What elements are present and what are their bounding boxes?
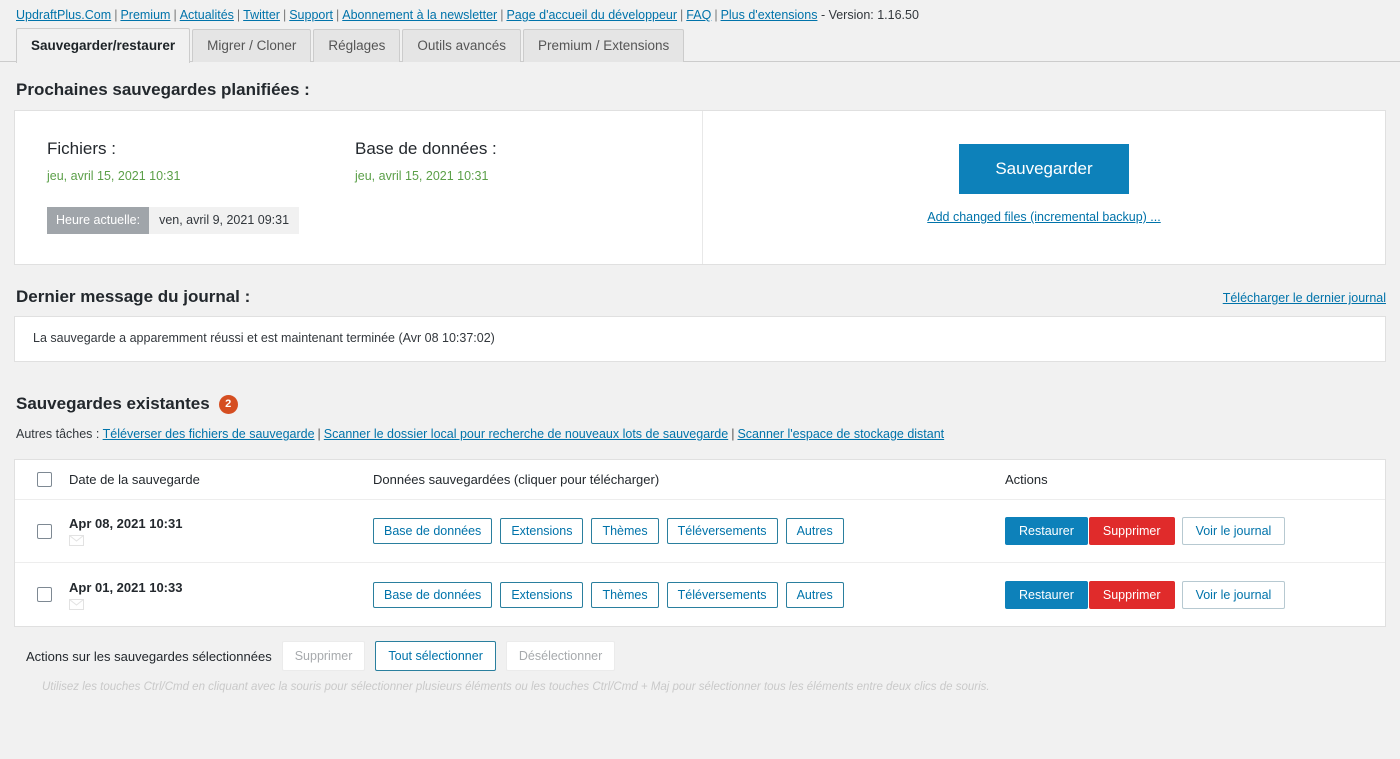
bulk-delete-button[interactable]: Supprimer xyxy=(281,641,366,671)
tab-1[interactable]: Migrer / Cloner xyxy=(192,29,312,62)
email-icon xyxy=(69,535,84,546)
topbar-separator: | xyxy=(336,8,340,22)
download-latest-log-link[interactable]: Télécharger le dernier journal xyxy=(1223,291,1386,305)
download-button-4[interactable]: Autres xyxy=(785,518,844,544)
row-actions-cell: Restaurer Supprimer Voir le journal xyxy=(1005,580,1385,609)
topbar-link-8[interactable]: Plus d'extensions xyxy=(721,8,818,22)
row-data-cell: Base de données Extensions Thèmes Téléverse… xyxy=(373,581,1005,608)
delete-button[interactable]: Supprimer xyxy=(1088,517,1175,545)
tab-4[interactable]: Premium / Extensions xyxy=(522,29,685,62)
other-task-link-1[interactable]: Scanner le dossier local pour recherche … xyxy=(324,427,728,441)
download-button-2[interactable]: Thèmes xyxy=(591,581,659,608)
select-all-checkbox-cell xyxy=(15,472,69,487)
log-message-box: La sauvegarde a apparemment réussi et es… xyxy=(14,316,1386,362)
bulk-actions-label: Actions sur les sauvegardes sélectionnée… xyxy=(26,648,272,664)
tab-2[interactable]: Réglages xyxy=(313,29,401,62)
row-checkbox-1[interactable] xyxy=(37,587,52,602)
deselect-button[interactable]: Désélectionner xyxy=(505,641,616,671)
tab-0[interactable]: Sauvegarder/restaurer xyxy=(16,28,191,63)
topbar-link-7[interactable]: FAQ xyxy=(686,8,711,22)
download-button-3[interactable]: Téléversements xyxy=(666,581,778,608)
existing-backups-header: Sauvegardes existantes 2 xyxy=(16,394,1400,414)
download-button-4[interactable]: Autres xyxy=(785,581,844,608)
backup-now-button[interactable]: Sauvegarder xyxy=(959,144,1129,194)
scheduled-files-column: Fichiers : jeu, avril 15, 2021 10:31 Heu… xyxy=(47,139,355,264)
other-tasks-separator: | xyxy=(317,427,321,441)
other-tasks-label: Autres tâches : xyxy=(16,427,100,441)
topbar-links: UpdraftPlus.Com | Premium | Actualités | Twitt… xyxy=(16,8,821,22)
incremental-backup-link[interactable]: Add changed files (incremental backup) .… xyxy=(927,210,1160,224)
download-button-1[interactable]: Extensions xyxy=(500,518,584,544)
topbar-link-6[interactable]: Page d'accueil du développeur xyxy=(506,8,677,22)
backup-date: Apr 01, 2021 10:33 xyxy=(69,579,183,595)
select-all-checkbox[interactable] xyxy=(37,472,52,487)
download-button-1[interactable]: Extensions xyxy=(500,581,584,608)
topbar-link-0[interactable]: UpdraftPlus.Com xyxy=(16,8,111,22)
download-button-0[interactable]: Base de données xyxy=(373,518,493,544)
topbar-separator: | xyxy=(282,8,287,22)
existing-backups-title: Sauvegardes existantes xyxy=(16,394,210,413)
topbar-separator: | xyxy=(680,8,684,22)
topbar-link-3[interactable]: Twitter xyxy=(243,8,280,22)
topbar-separator: | xyxy=(236,8,241,22)
restore-button[interactable]: Restaurer xyxy=(1005,517,1088,545)
scheduled-database-column: Base de données : jeu, avril 15, 2021 10… xyxy=(355,139,663,264)
download-button-0[interactable]: Base de données xyxy=(373,581,493,608)
other-task-link-0[interactable]: Téléverser des fichiers de sauvegarde xyxy=(103,427,315,441)
main-tab-bar: Sauvegarder/restaurer Migrer / Cloner Régl… xyxy=(0,28,1400,63)
row-actions-cell: Restaurer Supprimer Voir le journal xyxy=(1005,517,1385,545)
row-checkbox-cell xyxy=(15,523,69,539)
topbar-separator: | xyxy=(173,8,177,22)
topbar-link-4[interactable]: Support xyxy=(289,8,333,22)
download-button-3[interactable]: Téléversements xyxy=(666,518,778,544)
top-link-bar: UpdraftPlus.Com | Premium | Actualités | Twitt… xyxy=(0,0,1400,28)
email-icon xyxy=(69,598,84,610)
tab-3[interactable]: Outils avancés xyxy=(402,29,521,62)
download-button-2[interactable]: Thèmes xyxy=(591,518,659,544)
scheduled-files-date: jeu, avril 15, 2021 10:31 xyxy=(47,169,181,183)
row-data-cell: Base de données Extensions Thèmes Téléverse… xyxy=(373,518,1005,544)
backup-date: Apr 08, 2021 10:31 xyxy=(69,516,183,531)
log-header: Dernier message du journal : Télécharger… xyxy=(16,287,1386,307)
scheduled-files-label: Fichiers : xyxy=(47,139,116,158)
plugin-version: - Version: 1.16.50 xyxy=(820,8,919,22)
row-date-cell: Apr 08, 2021 10:31 xyxy=(69,516,373,546)
topbar-separator: | xyxy=(714,8,718,22)
log-title: Dernier message du journal : xyxy=(16,287,251,306)
view-log-button[interactable]: Voir le journal xyxy=(1181,517,1286,545)
view-log-button[interactable]: Voir le journal xyxy=(1181,580,1286,609)
delete-button[interactable]: Supprimer xyxy=(1088,580,1175,609)
topbar-link-1[interactable]: Premium xyxy=(120,8,170,22)
scheduled-database-date: jeu, avril 15, 2021 10:31 xyxy=(355,169,489,183)
log-message-text: La sauvegarde a apparemment réussi et es… xyxy=(33,331,495,345)
current-time-value: ven, avril 9, 2021 09:31 xyxy=(149,207,300,234)
other-tasks-bar: Autres tâches : Téléverser des fichiers … xyxy=(16,427,1400,441)
scheduled-backups-title: Prochaines sauvegardes planifiées : xyxy=(16,80,310,99)
scheduled-database-label: Base de données : xyxy=(355,139,497,158)
column-header-date: Date de la sauvegarde xyxy=(69,472,200,487)
current-time-box: Heure actuelle: ven, avril 9, 2021 09:31 xyxy=(47,207,300,234)
topbar-link-2[interactable]: Actualités xyxy=(180,8,234,22)
table-row: Apr 01, 2021 10:33 Base de données Extensi… xyxy=(15,563,1385,626)
bulk-actions-bar: Actions sur les sauvegardes sélectionnée… xyxy=(26,641,1400,671)
existing-backups-count-badge: 2 xyxy=(218,394,238,414)
row-checkbox-0[interactable] xyxy=(37,523,52,539)
table-row: Apr 08, 2021 10:31 Base de données Extensi… xyxy=(15,500,1385,563)
restore-button[interactable]: Restaurer xyxy=(1005,580,1088,609)
column-header-data: Données sauvegardées (cliquer pour téléc… xyxy=(373,472,660,487)
scheduled-backups-panel: Fichiers : jeu, avril 15, 2021 10:31 Heu… xyxy=(14,110,1386,265)
other-task-link-2[interactable]: Scanner l'espace de stockage distant xyxy=(737,427,944,441)
bulk-actions-hint: Utilisez les touches Ctrl/Cmd en cliquan… xyxy=(42,681,990,693)
topbar-link-5[interactable]: Abonnement à la newsletter xyxy=(342,8,497,22)
current-time-label: Heure actuelle: xyxy=(47,207,150,234)
column-header-actions: Actions xyxy=(1005,472,1048,487)
scheduled-info-area: Fichiers : jeu, avril 15, 2021 10:31 Heu… xyxy=(15,111,703,264)
table-header-row: Date de la sauvegarde Données sauvegardé… xyxy=(15,460,1385,500)
select-all-button[interactable]: Tout sélectionner xyxy=(375,641,496,671)
other-tasks-links: Téléverser des fichiers de sauvegarde | Sc… xyxy=(103,427,945,441)
backups-table: Date de la sauvegarde Données sauvegardé… xyxy=(14,459,1386,627)
row-checkbox-cell xyxy=(15,587,69,602)
backup-action-area: Sauvegarder Add changed files (increment… xyxy=(703,111,1385,264)
row-date-cell: Apr 01, 2021 10:33 xyxy=(69,580,373,610)
